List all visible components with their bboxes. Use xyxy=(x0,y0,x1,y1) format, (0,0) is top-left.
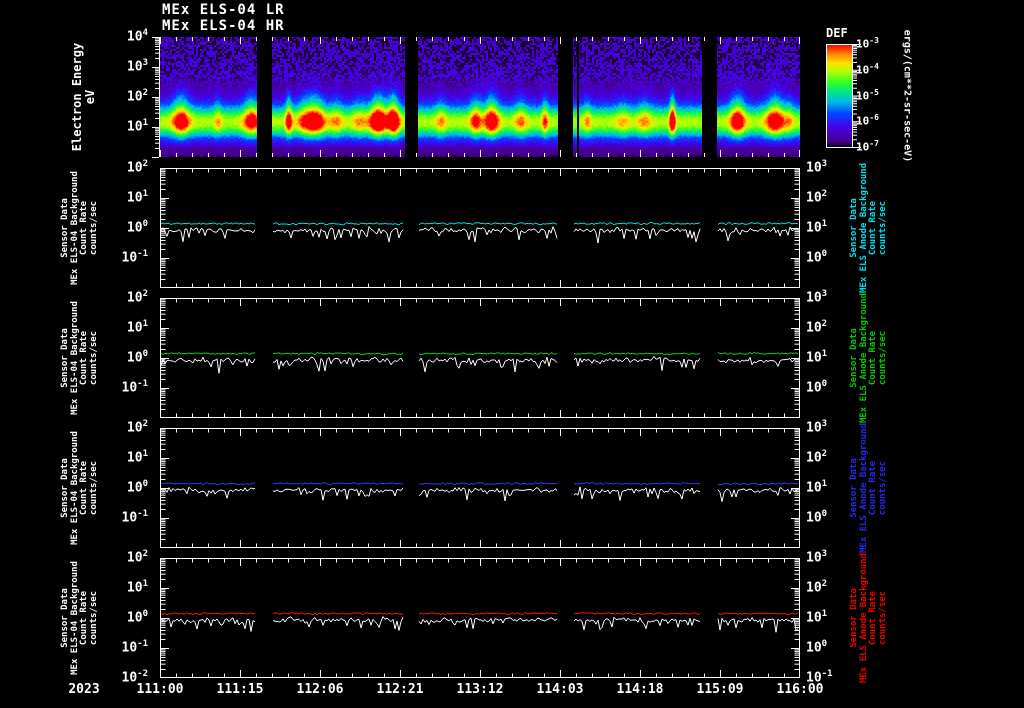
y-tick-label: 101 xyxy=(126,579,148,596)
time-tick-label: 116:00 xyxy=(776,682,824,697)
y-tick-label: 10-5 xyxy=(856,87,879,103)
time-tick-label: 111:15 xyxy=(216,682,264,697)
y-tick-label: 102 xyxy=(126,289,148,306)
y-tick-label: 100 xyxy=(126,609,148,626)
axis-label-line: counts/sec xyxy=(877,330,888,386)
y-tick-label: 10-1 xyxy=(121,249,149,266)
y-tick-label: 103 xyxy=(806,289,828,306)
axis-label-line: counts/sec xyxy=(88,200,99,256)
time-tick-label: 114:18 xyxy=(616,682,664,697)
axis-label-line: counts/sec xyxy=(877,590,888,646)
time-tick-label: 112:06 xyxy=(296,682,344,697)
y-tick-label: 103 xyxy=(806,549,828,566)
line-panel-canvas-2 xyxy=(160,298,800,418)
axis-label-line: counts/sec xyxy=(88,460,99,516)
y-tick-label: 101 xyxy=(126,319,148,336)
y-tick-label: 10-4 xyxy=(856,61,879,77)
y-tick-label: 101 xyxy=(126,449,148,466)
y-tick-label: 103 xyxy=(806,159,828,176)
y-tick-label: 100 xyxy=(126,219,148,236)
axis-label-line: counts/sec xyxy=(88,590,99,646)
plot-title-lr: MEx ELS-04 LR xyxy=(162,2,285,18)
line-panel-canvas-4 xyxy=(160,558,800,678)
time-tick-label: 112:21 xyxy=(376,682,424,697)
time-tick-label: 115:09 xyxy=(696,682,744,697)
y-tick-label: 10-1 xyxy=(121,639,149,656)
y-tick-label: 10-6 xyxy=(856,113,879,128)
y-tick-label: 103 xyxy=(126,58,148,75)
line-panel-canvas-3 xyxy=(160,428,800,548)
y-tick-label: 10-7 xyxy=(856,139,879,154)
electron-energy-label-line2: eV xyxy=(83,89,97,105)
time-tick-label: 113:12 xyxy=(456,682,504,697)
y-tick-label: 102 xyxy=(126,549,148,566)
y-tick-label: 102 xyxy=(126,419,148,436)
y-tick-label: 101 xyxy=(126,118,148,135)
y-tick-label: 100 xyxy=(126,479,148,496)
plot-root: MEx ELS-04 LR MEx ELS-04 HR Electron Ene… xyxy=(0,0,1024,708)
y-tick-label: 103 xyxy=(806,419,828,436)
y-tick-label: 10-1 xyxy=(121,379,149,396)
y-tick-label: 102 xyxy=(126,88,148,105)
y-tick-label: 10-3 xyxy=(856,36,879,51)
y-tick-label: 104 xyxy=(126,28,148,45)
colorbar-title: DEF xyxy=(826,26,848,40)
y-tick-label: 102 xyxy=(126,159,148,176)
axis-label-line: counts/sec xyxy=(877,200,888,256)
time-tick-label: 111:00 xyxy=(136,682,184,697)
y-tick-label: 10-1 xyxy=(121,509,149,526)
axis-label-line: counts/sec xyxy=(877,460,888,516)
y-tick-label: 101 xyxy=(126,189,148,206)
plot-title-hr: MEx ELS-04 HR xyxy=(162,18,285,34)
spectrogram-canvas xyxy=(160,37,800,157)
time-tick-label: 114:03 xyxy=(536,682,584,697)
y-tick-label: 100 xyxy=(126,349,148,366)
line-panel-canvas-1 xyxy=(160,168,800,288)
axis-label-line: counts/sec xyxy=(88,330,99,386)
